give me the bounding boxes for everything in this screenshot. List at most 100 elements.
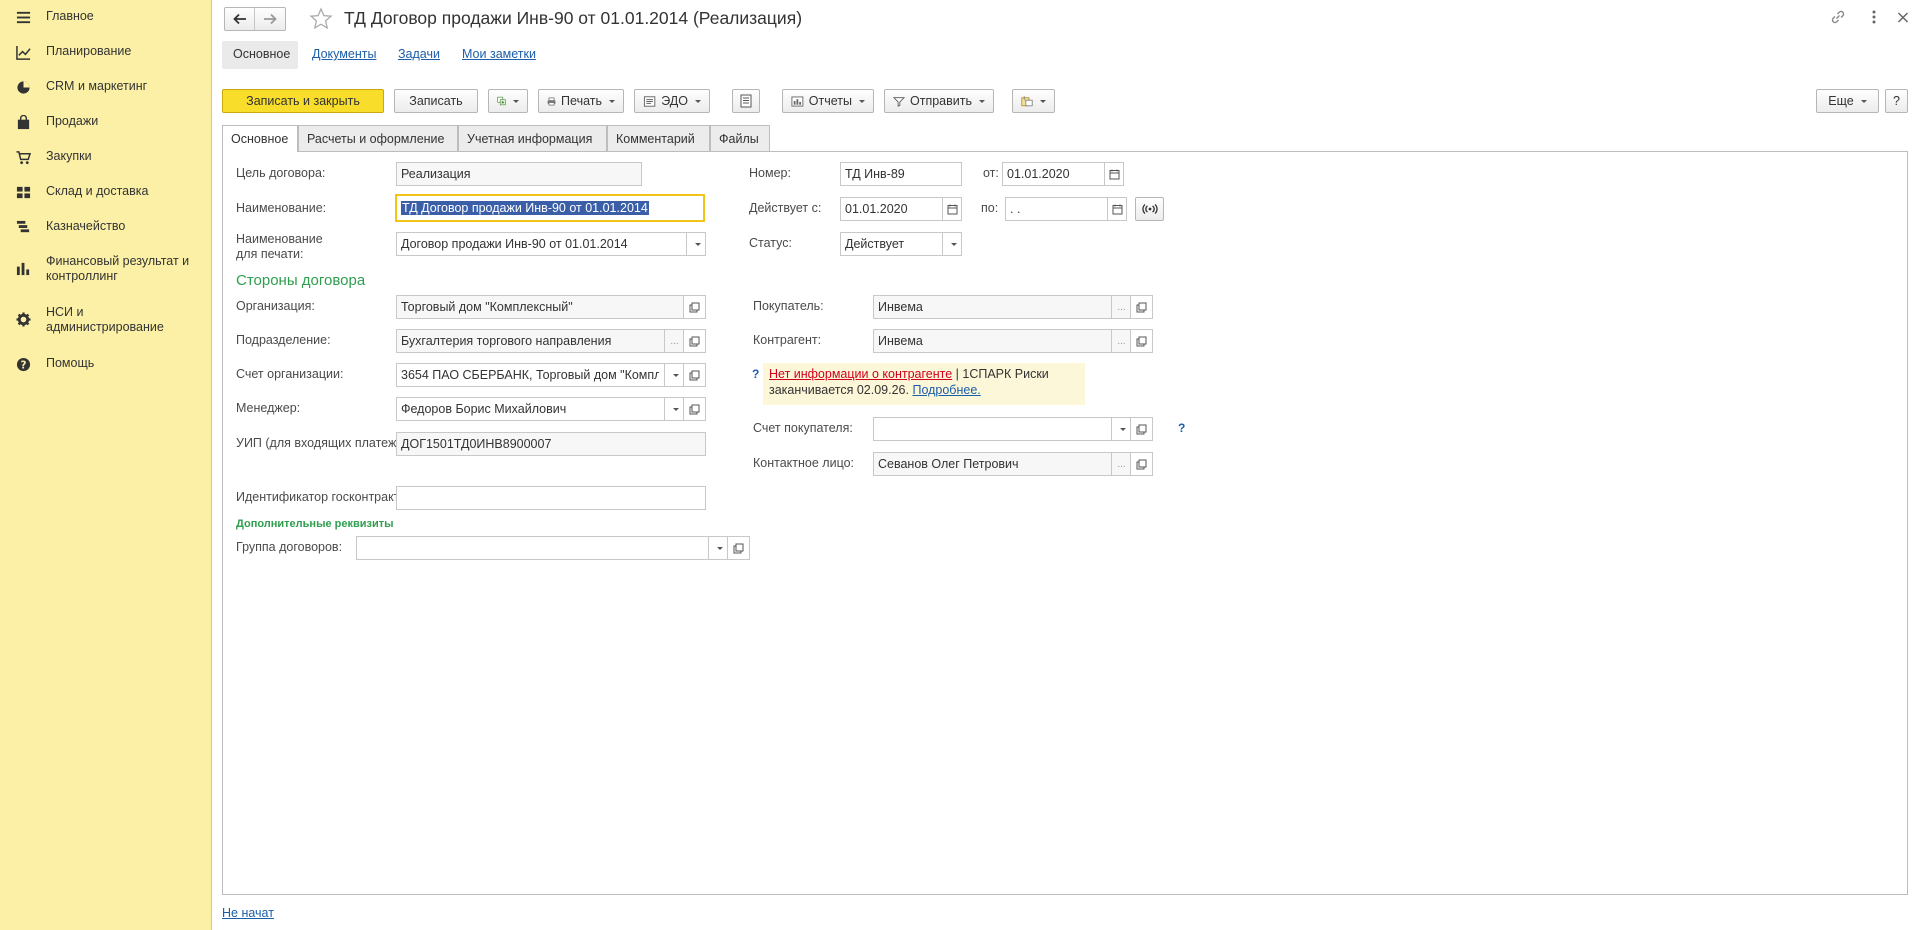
open-icon (689, 336, 700, 346)
dropdown-button[interactable] (708, 537, 727, 559)
select-department-button[interactable]: ... (664, 330, 683, 352)
counterparty-field[interactable]: Инвема ... (873, 329, 1131, 353)
dropdown-button[interactable] (686, 233, 705, 255)
open-manager-button[interactable] (683, 397, 706, 421)
calendar-button[interactable] (942, 198, 961, 220)
gov-contract-field[interactable] (396, 486, 706, 510)
org-account-field[interactable]: 3654 ПАО СБЕРБАНК, Торговый дом "Комплек… (396, 363, 684, 387)
chevron-down-icon (695, 99, 701, 103)
favorite-star-button[interactable] (309, 7, 333, 34)
sidebar-item-planning[interactable]: Планирование (0, 44, 212, 60)
purpose-field[interactable]: Реализация (396, 162, 642, 186)
more-button[interactable]: Еще (1816, 89, 1879, 113)
tab-notes[interactable]: Мои заметки (462, 47, 536, 61)
status-label: Статус: (749, 236, 792, 250)
open-organization-button[interactable] (683, 295, 706, 319)
create-based-on-button[interactable] (488, 89, 528, 113)
form-tab-files[interactable]: Файлы (710, 125, 770, 151)
open-counterparty-button[interactable] (1130, 329, 1153, 353)
buyer-account-field[interactable] (873, 417, 1131, 441)
sidebar-item-admin[interactable]: НСИ и администрирование (0, 305, 212, 335)
dropdown-button[interactable] (942, 233, 961, 255)
sidebar-item-purchases[interactable]: Закупки (0, 149, 212, 165)
from-date-field[interactable]: 01.01.2020 (1002, 162, 1124, 186)
buyer-field[interactable]: Инвема ... (873, 295, 1131, 319)
sidebar-item-help[interactable]: ? Помощь (0, 356, 212, 372)
save-button[interactable]: Записать (394, 89, 478, 113)
sidebar-item-finance[interactable]: Финансовый результат и контроллинг (0, 254, 212, 284)
forward-button[interactable] (255, 8, 285, 30)
send-button[interactable]: Отправить (884, 89, 994, 113)
dropdown-button[interactable] (664, 364, 683, 386)
sidebar-item-sales[interactable]: Продажи (0, 114, 212, 130)
select-counterparty-button[interactable]: ... (1111, 330, 1130, 352)
open-contract-group-button[interactable] (727, 536, 750, 560)
reports-button[interactable]: Отчеты (782, 89, 874, 113)
help-button[interactable]: ? (1885, 89, 1908, 113)
to-date-label: по: (981, 201, 999, 215)
calendar-button[interactable] (1104, 163, 1123, 185)
status-link[interactable]: Не начат (222, 906, 274, 920)
chevron-down-icon (979, 99, 985, 103)
department-field[interactable]: Бухгалтерия торгового направления ... (396, 329, 684, 353)
contract-group-field[interactable] (356, 536, 728, 560)
sidebar-item-label: Продажи (46, 114, 99, 128)
form-tab-payments[interactable]: Расчеты и оформление (298, 125, 458, 151)
sidebar-item-warehouse[interactable]: Склад и доставка (0, 184, 212, 200)
form-tab-accounting[interactable]: Учетная информация (458, 125, 607, 151)
open-icon (1136, 459, 1147, 469)
valid-from-field[interactable]: 01.01.2020 (840, 197, 962, 221)
manager-field[interactable]: Федоров Борис Михайлович (396, 397, 684, 421)
tab-main[interactable]: Основное (233, 47, 290, 61)
form-tab-comment[interactable]: Комментарий (607, 125, 710, 151)
organization-field[interactable]: Торговый дом "Комплексный" (396, 295, 684, 319)
structure-button[interactable] (732, 89, 760, 113)
more-options-button[interactable] (1868, 8, 1880, 29)
help-question-icon[interactable]: ? (1178, 421, 1185, 435)
help-question-icon[interactable]: ? (752, 367, 759, 381)
open-icon (733, 543, 744, 553)
chevron-down-icon (950, 242, 957, 246)
sidebar-item-treasury[interactable]: Казначейство (0, 219, 212, 235)
status-field[interactable]: Действует (840, 232, 962, 256)
tab-documents[interactable]: Документы (312, 47, 376, 61)
uip-field[interactable]: ДОГ1501ТД0ИНВ8900007 (396, 432, 706, 456)
form-tab-main[interactable]: Основное (222, 125, 298, 152)
dropdown-button[interactable] (664, 398, 683, 420)
select-contact-button[interactable]: ... (1111, 453, 1130, 475)
select-buyer-button[interactable]: ... (1111, 296, 1130, 318)
more-info-link[interactable]: Подробнее. (912, 383, 980, 397)
name-field[interactable]: ТД Договор продажи Инв-90 от 01.01.2014 (395, 194, 705, 222)
treasury-icon (14, 219, 32, 235)
open-buyer-account-button[interactable] (1130, 417, 1153, 441)
open-buyer-button[interactable] (1130, 295, 1153, 319)
close-button[interactable] (1895, 8, 1911, 29)
to-date-field[interactable]: . . (1005, 197, 1127, 221)
bar-chart-icon (14, 260, 32, 276)
link-button[interactable] (1829, 8, 1847, 29)
purpose-label: Цель договора: (236, 166, 326, 180)
tab-tasks[interactable]: Задачи (398, 47, 440, 61)
contact-field[interactable]: Севанов Олег Петрович ... (873, 452, 1131, 476)
no-info-link[interactable]: Нет информации о контрагенте (769, 367, 952, 381)
number-field[interactable]: ТД Инв-89 (840, 162, 962, 186)
back-button[interactable] (225, 8, 256, 30)
edo-button[interactable]: ЭДО (634, 89, 710, 113)
open-department-button[interactable] (683, 329, 706, 353)
contact-label: Контактное лицо: (753, 456, 855, 470)
print-button[interactable]: Печать (538, 89, 624, 113)
open-icon (689, 370, 700, 380)
sidebar-item-crm[interactable]: CRM и маркетинг (0, 79, 212, 95)
calendar-button[interactable] (1107, 198, 1126, 220)
attach-button[interactable] (1012, 89, 1055, 113)
document-list-icon (740, 94, 752, 108)
open-contact-button[interactable] (1130, 452, 1153, 476)
period-button[interactable] (1135, 197, 1164, 221)
open-icon (1136, 302, 1147, 312)
print-name-field[interactable]: Договор продажи Инв-90 от 01.01.2014 (396, 232, 706, 256)
open-org-account-button[interactable] (683, 363, 706, 387)
save-and-close-button[interactable]: Записать и закрыть (222, 89, 384, 113)
sidebar-item-main[interactable]: Главное (0, 9, 212, 25)
reports-icon (791, 95, 804, 107)
dropdown-button[interactable] (1111, 418, 1130, 440)
